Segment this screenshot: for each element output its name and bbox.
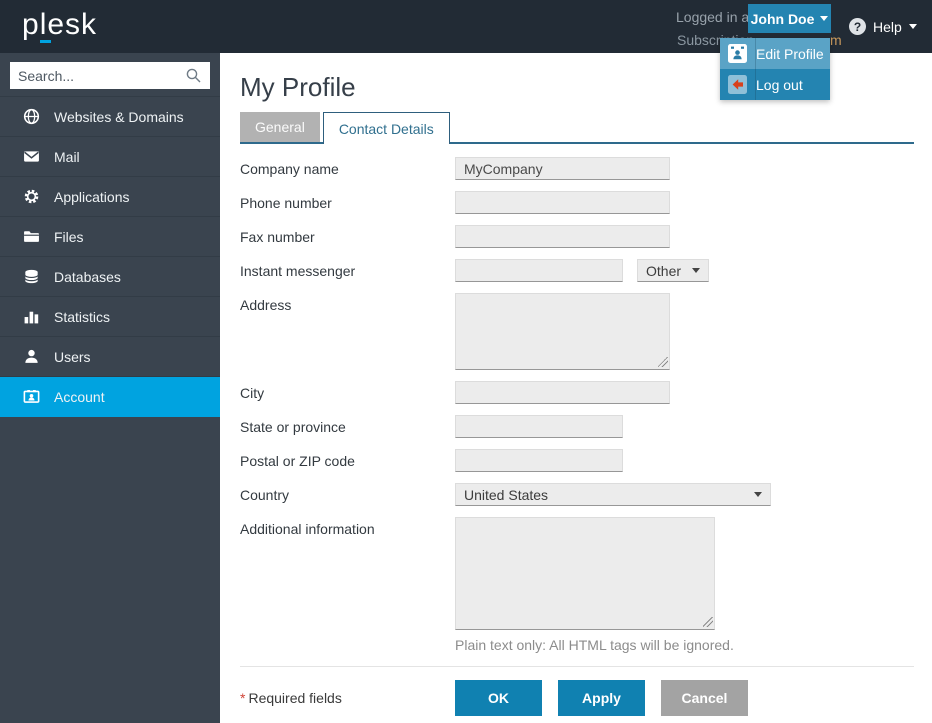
sidebar-item-applications[interactable]: Applications [0, 177, 220, 217]
user-name: John Doe [751, 11, 815, 27]
field-label: Country [240, 483, 455, 506]
globe-icon [23, 108, 40, 125]
plesk-logo-underline: l [40, 8, 48, 41]
form-row-company-name: Company name [240, 157, 914, 180]
sidebar-item-label: Databases [54, 269, 121, 285]
sidebar-item-label: Websites & Domains [54, 109, 184, 125]
form-row-city: City [240, 381, 914, 404]
city-input[interactable] [455, 381, 670, 404]
country-select[interactable]: United States [455, 483, 771, 506]
required-note-text: Required fields [248, 690, 341, 706]
field-label: Company name [240, 157, 455, 180]
plain-text-hint: Plain text only: All HTML tags will be i… [455, 637, 914, 653]
phone-number-input[interactable] [455, 191, 670, 214]
plesk-logo[interactable]: plesk [22, 8, 97, 42]
cancel-button[interactable]: Cancel [661, 680, 748, 716]
field-label: Additional information [240, 517, 455, 630]
menu-item-label: Edit Profile [756, 46, 824, 62]
logged-in-as-label: Logged in as [676, 9, 756, 25]
field-label: Address [240, 293, 455, 370]
database-icon [23, 268, 40, 285]
help-menu-button[interactable]: ? Help [849, 18, 917, 35]
form-row-postal-code: Postal or ZIP code [240, 449, 914, 472]
form-row-fax-number: Fax number [240, 225, 914, 248]
im-type-select[interactable]: Other [637, 259, 709, 282]
logout-arrow-icon [720, 69, 756, 100]
sidebar-item-label: Statistics [54, 309, 110, 325]
user-dropdown-menu: Edit Profile Log out [720, 38, 830, 100]
user-menu-button[interactable]: John Doe [748, 4, 831, 33]
sidebar-nav: Websites & Domains Mail Applications [0, 96, 220, 417]
field-label: State or province [240, 415, 455, 438]
field-label: Fax number [240, 225, 455, 248]
menu-item-log-out[interactable]: Log out [720, 69, 830, 100]
form-row-country: Country United States [240, 483, 914, 506]
search-input[interactable] [10, 68, 185, 84]
resize-handle-icon[interactable] [658, 357, 668, 367]
contact-details-form: Company name Phone number Fax number Ins… [240, 157, 914, 716]
main-content: My Profile General Contact Details Compa… [220, 53, 932, 723]
form-row-instant-messenger: Instant messenger Other [240, 259, 914, 282]
id-card-icon [23, 388, 40, 405]
resize-handle-icon[interactable] [703, 617, 713, 627]
profile-badge-icon [720, 38, 756, 69]
chevron-down-icon [754, 492, 762, 497]
subscription-domain-text[interactable]: m [830, 32, 842, 48]
bar-chart-icon [23, 308, 40, 325]
im-type-select-value: Other [646, 263, 681, 279]
tab-bar: General Contact Details [240, 112, 914, 144]
form-row-state: State or province [240, 415, 914, 438]
sidebar-item-users[interactable]: Users [0, 337, 220, 377]
form-row-additional-info: Additional information [240, 517, 914, 630]
country-select-value: United States [464, 487, 548, 503]
ok-button[interactable]: OK [455, 680, 542, 716]
address-textarea[interactable] [455, 293, 670, 370]
mail-icon [23, 148, 40, 165]
user-icon [23, 348, 40, 365]
field-label: Phone number [240, 191, 455, 214]
sidebar-item-label: Applications [54, 189, 130, 205]
tab-general[interactable]: General [240, 112, 320, 142]
form-divider [240, 666, 914, 667]
menu-item-label: Log out [756, 77, 803, 93]
menu-item-edit-profile[interactable]: Edit Profile [720, 38, 830, 69]
required-star: * [240, 690, 245, 706]
company-name-input[interactable] [455, 157, 670, 180]
chevron-down-icon [820, 16, 828, 21]
sidebar: Websites & Domains Mail Applications [0, 53, 220, 723]
form-row-phone-number: Phone number [240, 191, 914, 214]
apply-button[interactable]: Apply [558, 680, 645, 716]
field-label: Postal or ZIP code [240, 449, 455, 472]
postal-code-input[interactable] [455, 449, 623, 472]
sidebar-item-databases[interactable]: Databases [0, 257, 220, 297]
chevron-down-icon [909, 24, 917, 29]
tab-contact-details[interactable]: Contact Details [323, 112, 450, 144]
sidebar-item-label: Files [54, 229, 84, 245]
sidebar-item-mail[interactable]: Mail [0, 137, 220, 177]
required-fields-note: *Required fields [240, 690, 455, 706]
chevron-down-icon [692, 268, 700, 273]
sidebar-item-account[interactable]: Account [0, 377, 220, 417]
search-box [10, 62, 210, 89]
help-icon: ? [849, 18, 866, 35]
fax-number-input[interactable] [455, 225, 670, 248]
form-footer: *Required fields OK Apply Cancel [240, 680, 914, 716]
search-icon [185, 67, 202, 84]
sidebar-item-label: Account [54, 389, 105, 405]
state-input[interactable] [455, 415, 623, 438]
folder-icon [23, 228, 40, 245]
field-label: Instant messenger [240, 259, 455, 282]
field-label: City [240, 381, 455, 404]
sidebar-item-statistics[interactable]: Statistics [0, 297, 220, 337]
help-label: Help [873, 19, 902, 35]
additional-info-textarea[interactable] [455, 517, 715, 630]
gear-icon [23, 188, 40, 205]
form-row-address: Address [240, 293, 914, 370]
sidebar-item-websites-domains[interactable]: Websites & Domains [0, 97, 220, 137]
sidebar-item-label: Users [54, 349, 91, 365]
instant-messenger-input[interactable] [455, 259, 623, 282]
sidebar-item-files[interactable]: Files [0, 217, 220, 257]
sidebar-item-label: Mail [54, 149, 80, 165]
